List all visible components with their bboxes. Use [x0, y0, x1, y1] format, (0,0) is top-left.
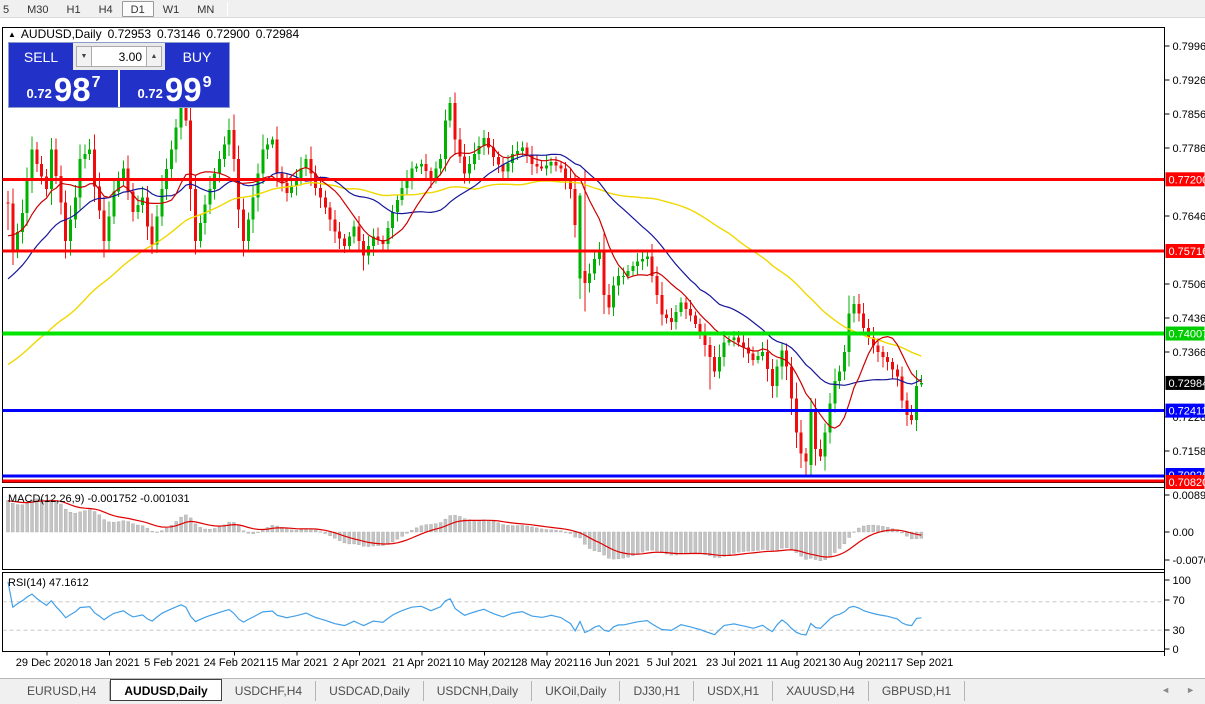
one-click-trade-panel: SELL ▼ ▲ BUY 0.72 98 7 0.72 99 9	[8, 42, 230, 108]
tab-ukoil-daily[interactable]: UKOil,Daily	[532, 681, 620, 701]
tabs-scroll-right-icon[interactable]: ►	[1186, 685, 1195, 695]
svg-text:0.79960: 0.79960	[1173, 41, 1205, 53]
svg-text:5 Feb 2021: 5 Feb 2021	[144, 657, 200, 669]
symbol-name: AUDUSD,Daily	[21, 27, 102, 41]
volume-decrease-button[interactable]: ▼	[76, 46, 92, 67]
timeframe-5[interactable]: 5	[0, 1, 18, 17]
price-axis: 0.79960 0.79260 0.78560 0.77860 0.76460 0.750…	[1165, 28, 1205, 657]
svg-text:0.72411: 0.72411	[1169, 406, 1205, 418]
svg-text:11 Aug 2021: 11 Aug 2021	[767, 657, 828, 669]
svg-text:0.73660: 0.73660	[1173, 347, 1205, 359]
svg-text:0.72984: 0.72984	[1169, 378, 1205, 390]
tab-usdchf-h4[interactable]: USDCHF,H4	[222, 681, 316, 701]
tabs-scroll-left-icon[interactable]: ◄	[1161, 685, 1170, 695]
toolbar-separator	[227, 2, 228, 16]
tab-usdx-h1[interactable]: USDX,H1	[694, 681, 773, 701]
tab-usdcnh-daily[interactable]: USDCNH,Daily	[424, 681, 532, 701]
volume-increase-button[interactable]: ▲	[146, 46, 162, 67]
volume-input[interactable]	[92, 46, 146, 67]
svg-text:17 Sep 2021: 17 Sep 2021	[891, 657, 953, 669]
timeframe-h1[interactable]: H1	[58, 1, 90, 17]
svg-text:100: 100	[1173, 575, 1191, 587]
timeframe-d1[interactable]: D1	[122, 1, 154, 17]
svg-text:0.74007: 0.74007	[1169, 329, 1205, 341]
svg-text:28 May 2021: 28 May 2021	[515, 657, 579, 669]
timeframe-mn[interactable]: MN	[188, 1, 223, 17]
buy-price-pip: 9	[203, 74, 212, 92]
tab-dj30-h1[interactable]: DJ30,H1	[620, 681, 694, 701]
timeframe-toolbar: 5M30H1H4D1W1MN	[0, 0, 1205, 18]
svg-text:0.00: 0.00	[1173, 527, 1194, 539]
date-axis: 29 Dec 202018 Jan 2021 5 Feb 2021 24 Feb 2…	[16, 652, 953, 670]
ohlc-close: 0.72984	[256, 27, 299, 41]
svg-text:0.77860: 0.77860	[1173, 143, 1205, 155]
macd-indicator-label: MACD(12,26,9) -0.001752 -0.001031	[8, 493, 190, 505]
svg-text:0.75060: 0.75060	[1173, 279, 1205, 291]
tab-audusd-daily[interactable]: AUDUSD,Daily	[110, 679, 221, 701]
svg-text:0.74360: 0.74360	[1173, 313, 1205, 325]
ohlc-high: 0.73146	[157, 27, 200, 41]
buy-price-big: 99	[165, 75, 202, 105]
chart-title: ▲ AUDUSD,Daily 0.72953 0.73146 0.72900 0.7298…	[8, 27, 299, 41]
sell-button[interactable]: SELL	[9, 43, 73, 70]
svg-text:0.79260: 0.79260	[1173, 75, 1205, 87]
chart-window[interactable]: 0.79960 0.79260 0.78560 0.77860 0.76460 0.750…	[0, 18, 1205, 678]
svg-text:16 Jun 2021: 16 Jun 2021	[579, 657, 640, 669]
timeframe-m30[interactable]: M30	[18, 1, 57, 17]
svg-text:-0.00701: -0.00701	[1173, 555, 1205, 567]
svg-text:23 Jul 2021: 23 Jul 2021	[706, 657, 763, 669]
collapse-triangle-icon[interactable]: ▲	[8, 30, 16, 39]
sell-price-pip: 7	[92, 74, 101, 92]
volume-spinner: ▼ ▲	[73, 43, 165, 70]
svg-text:2 Apr 2021: 2 Apr 2021	[333, 657, 386, 669]
timeframe-w1[interactable]: W1	[154, 1, 189, 17]
buy-price-prefix: 0.72	[138, 86, 163, 101]
sell-price-prefix: 0.72	[27, 86, 52, 101]
sell-price-big: 98	[54, 75, 91, 105]
svg-text:5 Jul 2021: 5 Jul 2021	[647, 657, 698, 669]
svg-text:0: 0	[1173, 644, 1179, 656]
svg-text:70: 70	[1173, 595, 1185, 607]
tab-eurusd-h4[interactable]: EURUSD,H4	[14, 681, 110, 701]
symbol-tabbar: EURUSD,H4AUDUSD,DailyUSDCHF,H4USDCAD,Dai…	[0, 678, 1205, 704]
tab-usdcad-daily[interactable]: USDCAD,Daily	[316, 681, 424, 701]
chart-canvas[interactable]: 0.79960 0.79260 0.78560 0.77860 0.76460 0.750…	[0, 18, 1205, 678]
svg-text:10 May 2021: 10 May 2021	[453, 657, 517, 669]
svg-text:15 Mar 2021: 15 Mar 2021	[266, 657, 328, 669]
svg-text:29 Dec 2020: 29 Dec 2020	[16, 657, 78, 669]
sell-price[interactable]: 0.72 98 7	[9, 70, 118, 107]
svg-text:21 Apr 2021: 21 Apr 2021	[392, 657, 451, 669]
buy-button[interactable]: BUY	[165, 43, 229, 70]
svg-text:0.78560: 0.78560	[1173, 109, 1205, 121]
ohlc-open: 0.72953	[108, 27, 151, 41]
svg-text:18 Jan 2021: 18 Jan 2021	[79, 657, 140, 669]
svg-text:0.76460: 0.76460	[1173, 211, 1205, 223]
buy-price[interactable]: 0.72 99 9	[120, 70, 229, 107]
svg-text:30: 30	[1173, 625, 1185, 637]
svg-text:0.75716: 0.75716	[1169, 246, 1205, 258]
svg-text:24 Feb 2021: 24 Feb 2021	[204, 657, 266, 669]
rsi-indicator-label: RSI(14) 47.1612	[8, 577, 89, 589]
svg-text:0.71580: 0.71580	[1173, 446, 1205, 458]
rsi-pane	[3, 573, 1165, 652]
svg-text:0.008904: 0.008904	[1173, 490, 1205, 502]
svg-text:0.77200: 0.77200	[1169, 174, 1205, 186]
tab-xauusd-h4[interactable]: XAUUSD,H4	[773, 681, 869, 701]
svg-text:0.70820: 0.70820	[1169, 477, 1205, 489]
ohlc-low: 0.72900	[206, 27, 249, 41]
tab-gbpusd-h1[interactable]: GBPUSD,H1	[869, 681, 965, 701]
svg-text:30 Aug 2021: 30 Aug 2021	[829, 657, 891, 669]
timeframe-h4[interactable]: H4	[90, 1, 122, 17]
